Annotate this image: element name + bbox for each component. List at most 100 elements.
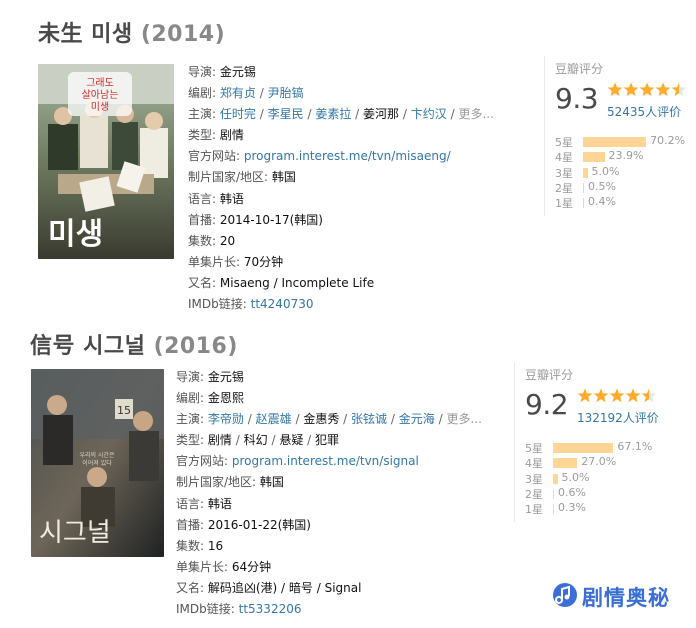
premiere-row: 首播: 2016-01-22(韩国) [176, 515, 482, 536]
genre-value: 悬疑 [279, 433, 304, 448]
star-icon [655, 82, 671, 97]
brand-text: 剧情奥秘 [582, 586, 670, 610]
rating-bar-star-label: 1星 [555, 197, 573, 211]
cast-name: 姜河那 [363, 107, 400, 122]
poster-image[interactable]: 그래도 살아남는 미생 미생 [38, 64, 174, 259]
aka-row: 又名: Misaeng / Incomplete Life [188, 273, 494, 294]
aka-label: 又名: [188, 275, 217, 290]
episodes-label: 集数: [176, 538, 205, 553]
episodes-row: 集数: 20 [188, 231, 494, 252]
director-label: 导演: [188, 65, 217, 79]
star-icon [607, 82, 623, 97]
imdb-link[interactable]: tt5332206 [239, 602, 302, 616]
rating-bar-percent: 0.5% [588, 179, 616, 193]
cast-link[interactable]: 李帝勋 [208, 412, 244, 426]
aka-label: 又名: [176, 580, 205, 595]
premiere-label: 首播: [188, 212, 217, 227]
cast-link[interactable]: 李星民 [268, 107, 304, 121]
language-row: 语言: 韩语 [176, 494, 482, 515]
cast-more-link[interactable]: 更多... [446, 412, 481, 426]
rating-bar-percent: 67.1% [617, 440, 653, 453]
rating-bar-star-label: 5星 [555, 136, 573, 149]
runtime-value: 64分钟 [231, 559, 272, 574]
rating-score: 9.2 [525, 388, 569, 421]
rating-bar-percent: 27.0% [581, 455, 617, 469]
cast-link[interactable]: 张铉诚 [351, 412, 387, 426]
star-icon [623, 82, 639, 97]
cast-label: 主演: [176, 412, 205, 427]
music-note-icon [553, 583, 577, 607]
cast-name: 金惠秀 [303, 412, 340, 427]
rating-bar-star-label: 2星 [525, 487, 543, 501]
website-label: 官方网站: [176, 454, 229, 469]
premiere-value: 2014-10-17(韩国) [219, 212, 323, 227]
rating-bar [553, 473, 558, 484]
website-link[interactable]: program.interest.me/tvn/signal [232, 454, 419, 468]
star-icon [625, 388, 641, 403]
rating-bar [553, 488, 554, 499]
imdb-label: IMDb链接: [176, 602, 235, 617]
svg-text:그래도: 그래도 [86, 77, 114, 89]
rating-bar-star-label: 1星 [525, 503, 543, 517]
rating-count-link[interactable]: 52435人评价 [607, 105, 681, 119]
premiere-value: 2016-01-22(韩国) [207, 517, 311, 532]
drama-info: 导演: 金元锡 编剧: 金恩熙 主演: 李帝勋 / 赵震雄 / 金惠秀 / 张铉… [176, 367, 482, 620]
rating-panel: 豆瓣评分 9.2 132192人评价 5星 67.1% 4星 27.0% 3星 5.0% 2… [514, 362, 685, 522]
star-icon [609, 388, 625, 403]
cast-link[interactable]: 卞约汉 [411, 107, 447, 121]
runtime-label: 单集片长: [176, 559, 229, 574]
title-year: (2016) [153, 334, 238, 359]
genre-label: 类型: [188, 128, 217, 143]
rating-label: 豆瓣评分 [525, 368, 574, 382]
poster-art: 그래도 살아남는 미생 미생 [38, 64, 174, 259]
svg-text:살아남는: 살아남는 [82, 89, 119, 101]
svg-text:이어져 있다: 이어져 있다 [82, 459, 112, 467]
runtime-label: 单集片长: [188, 254, 241, 269]
rating-bar-star-label: 4星 [555, 151, 573, 165]
writer-link[interactable]: 尹胎镐 [268, 86, 304, 100]
drama-title: 未生 미생 (2014) [38, 16, 225, 48]
imdb-row: IMDb链接: tt5332206 [176, 599, 482, 620]
language-value: 韩语 [207, 496, 232, 511]
premiere-row: 首播: 2014-10-17(韩国) [188, 210, 494, 231]
cast-link[interactable]: 赵震雄 [256, 412, 292, 426]
runtime-row: 单集片长: 70分钟 [188, 252, 494, 273]
rating-count-link[interactable]: 132192人评价 [577, 411, 659, 425]
language-label: 语言: [188, 191, 217, 206]
writer-link[interactable]: 郑有贞 [220, 86, 256, 100]
genre-row: 类型: 剧情 / 科幻 / 悬疑 / 犯罪 [176, 433, 340, 448]
rating-bar-percent: 0.4% [588, 195, 616, 209]
svg-text:미생: 미생 [48, 217, 103, 252]
star-rating-icon [577, 388, 657, 404]
language-row: 语言: 韩语 [188, 189, 494, 210]
cast-label: 主演: [188, 107, 217, 122]
country-label: 制片国家/地区: [188, 170, 269, 185]
director-label: 导演: [176, 370, 205, 384]
imdb-row: IMDb链接: tt4240730 [188, 294, 494, 315]
website-link[interactable]: program.interest.me/tvn/misaeng/ [244, 149, 451, 163]
poster-art: 15 우리의 시간은 이어져 있다 시그널 [31, 369, 164, 557]
cast-link[interactable]: 任时完 [220, 107, 256, 121]
genre-value: 犯罪 [315, 433, 340, 448]
title-year: (2014) [140, 22, 226, 47]
runtime-value: 70分钟 [243, 254, 284, 269]
rating-bar-percent: 5.0% [591, 164, 620, 178]
cast-link[interactable]: 金元海 [399, 412, 435, 426]
director-value: 金元锡 [207, 370, 244, 384]
cast-link[interactable]: 姜素拉 [315, 107, 351, 121]
genre-label: 类型: [176, 433, 205, 448]
rating-bar [553, 458, 578, 469]
star-icon [593, 388, 609, 403]
rating-bar-percent: 0.6% [558, 485, 586, 499]
svg-text:미생: 미생 [91, 101, 109, 113]
cast-row: 主演: 任时完 / 李星民 / 姜素拉 / 姜河那 / 卞约汉 / 更多... [188, 107, 494, 122]
poster-image[interactable]: 15 우리의 시간은 이어져 있다 시그널 [31, 369, 164, 557]
rating-bar [553, 443, 614, 453]
rating-score: 9.3 [555, 82, 599, 115]
country-row: 制片国家/地区: 韩国 [188, 167, 494, 188]
rating-bar-percent: 70.2% [650, 134, 686, 147]
rating-bar [583, 167, 588, 178]
cast-more-link[interactable]: 更多... [458, 107, 493, 121]
imdb-link[interactable]: tt4240730 [251, 297, 314, 311]
language-value: 韩语 [219, 191, 244, 206]
